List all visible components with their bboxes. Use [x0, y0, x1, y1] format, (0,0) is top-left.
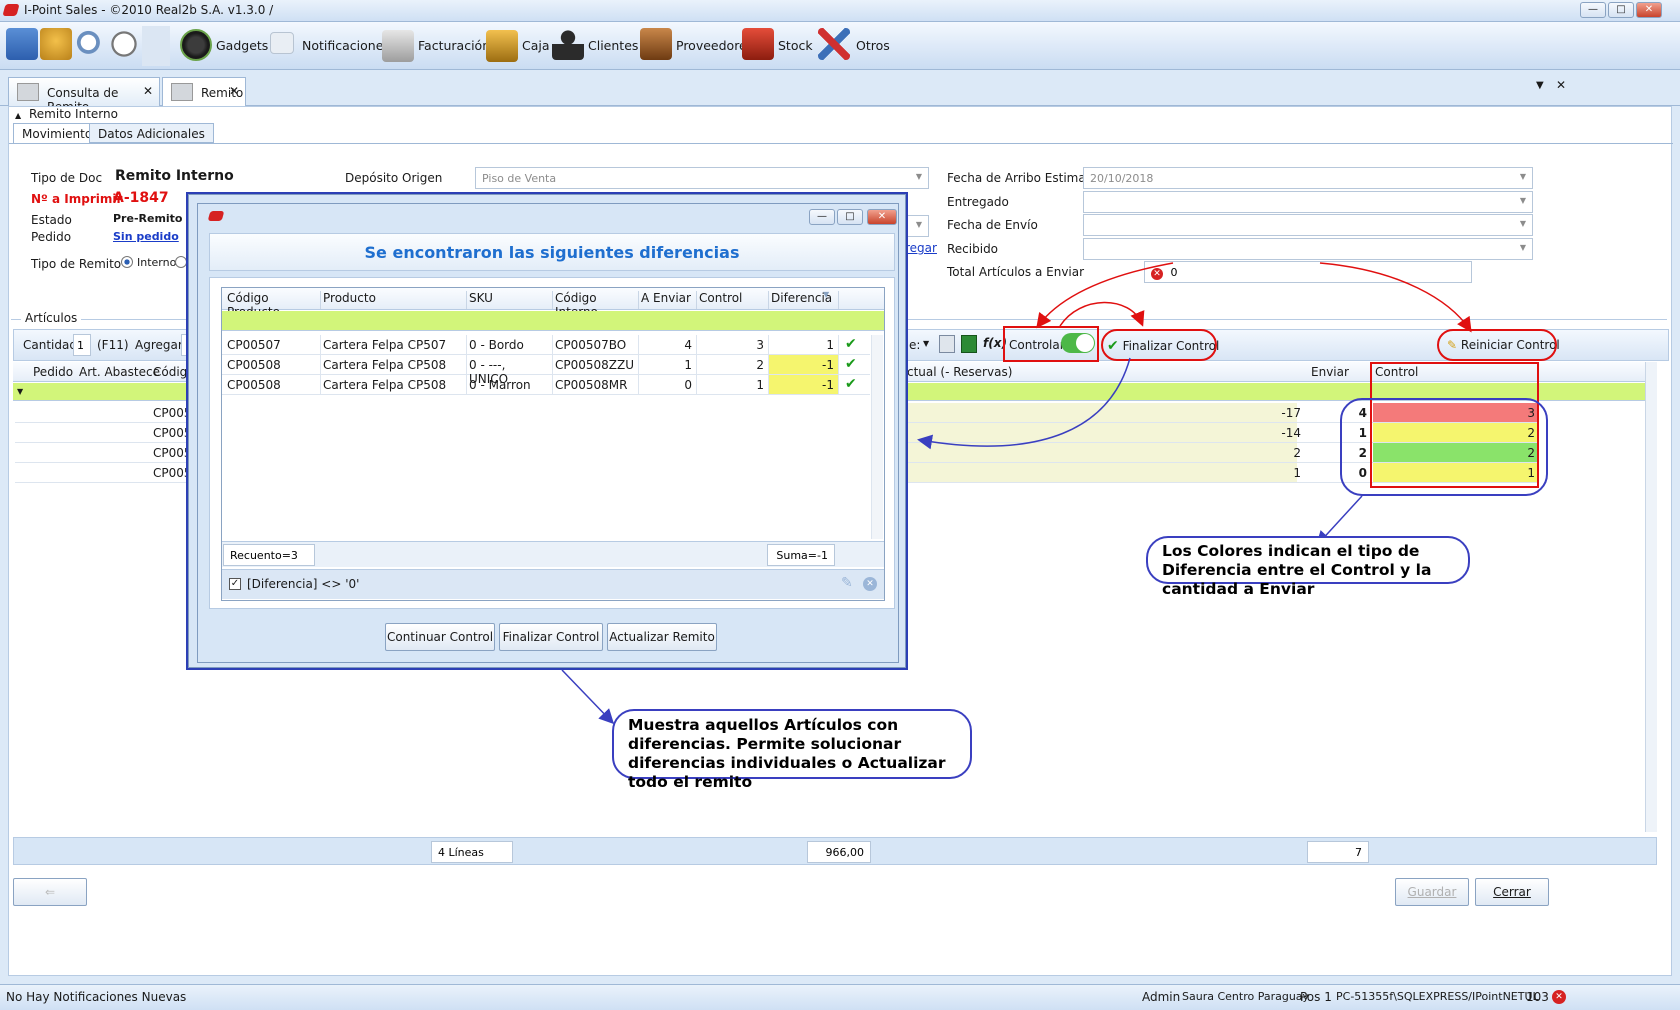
status-branch: Saura Centro Paraguay: [1182, 990, 1310, 1003]
status-error-icon[interactable]: ✕: [1552, 990, 1566, 1004]
status-number: 103: [1526, 990, 1549, 1004]
annotation-arrows: [561, 262, 1472, 725]
status-notifications: No Hay Notificaciones Nuevas: [6, 990, 187, 1004]
status-pos: Pos 1: [1300, 990, 1332, 1004]
status-bar: No Hay Notificaciones Nuevas Admin Saura…: [0, 984, 1680, 1010]
status-server: PC-51355f\SQLEXPRESS/IPointNETUL: [1336, 990, 1539, 1003]
callout-colores: Los Colores indican el tipo de Diferenci…: [1146, 536, 1470, 598]
callout-muestra: Muestra aquellos Artículos con diferenci…: [612, 709, 972, 791]
status-user: Admin: [1142, 990, 1181, 1004]
